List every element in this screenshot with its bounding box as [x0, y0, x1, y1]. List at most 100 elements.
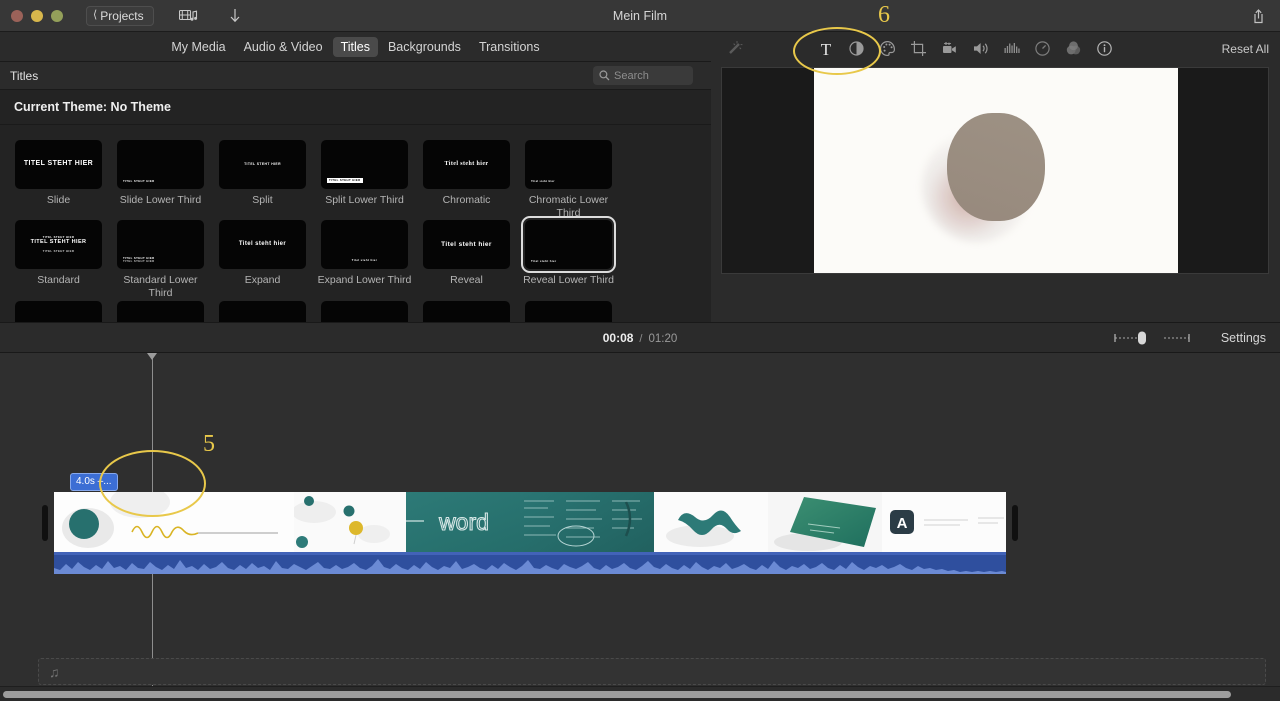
title-item-row3-b[interactable] — [110, 301, 211, 323]
title-text-icon[interactable]: T — [810, 36, 841, 62]
tab-titles[interactable]: Titles — [333, 37, 378, 57]
title-item-reveal[interactable]: Titel steht hier Reveal — [416, 220, 517, 300]
title-item-row3-d[interactable] — [314, 301, 415, 323]
primary-storyline-clip[interactable]: word — [54, 492, 1006, 584]
reset-all-button[interactable]: Reset All — [1222, 42, 1269, 56]
title-preview-subtext2: TITEL STEHT HIER — [31, 250, 87, 253]
title-item-row3-c[interactable] — [212, 301, 313, 323]
speed-gauge-icon[interactable] — [1027, 36, 1058, 62]
zoom-window-button[interactable] — [51, 10, 63, 22]
title-item-row3-f[interactable] — [518, 301, 619, 323]
video-viewer[interactable] — [721, 67, 1269, 274]
minimize-window-button[interactable] — [31, 10, 43, 22]
title-item-expand-lower-third[interactable]: Titel steht hier Expand Lower Third — [314, 220, 415, 300]
settings-button[interactable]: Settings — [1221, 331, 1266, 345]
tab-audio-video[interactable]: Audio & Video — [236, 37, 331, 57]
color-palette-icon[interactable] — [872, 36, 903, 62]
magic-wand-icon[interactable] — [719, 36, 750, 62]
title-item-slide[interactable]: TITEL STEHT HIER Slide — [8, 140, 109, 220]
title-preview-text: TITEL STEHT HIER — [327, 178, 363, 183]
search-placeholder: Search — [614, 70, 649, 82]
color-balance-icon[interactable] — [1058, 36, 1089, 62]
title-thumbnail: Titel steht hier — [423, 220, 510, 269]
title-bar: ⟨ Projects Mein Film — [0, 0, 1280, 32]
equalizer-noise-icon[interactable] — [996, 36, 1027, 62]
title-item-slide-lower-third[interactable]: TITEL STEHT HIER Slide Lower Third — [110, 140, 211, 220]
timeline[interactable]: word — [0, 353, 1280, 686]
title-thumbnail: Titel steht hier — [321, 220, 408, 269]
title-preview-text: TITEL STEHT HIER — [123, 180, 155, 183]
share-icon[interactable] — [1251, 8, 1266, 25]
film-audio-icon[interactable] — [179, 8, 199, 24]
title-item-label: Slide — [11, 194, 106, 207]
search-input[interactable]: Search — [593, 66, 693, 85]
title-preview-text: Titel steht hier — [239, 241, 286, 248]
chevron-left-icon: ⟨ — [93, 10, 97, 21]
stabilization-camera-icon[interactable] — [934, 36, 965, 62]
title-item-label: Standard — [11, 274, 106, 287]
timecode-display: 00:08 / 01:20 — [0, 331, 1280, 345]
media-browser-pane: My Media Audio & Video Titles Background… — [0, 32, 711, 322]
title-item-standard-lower-third[interactable]: TITEL STEHT HIER TITEL STEHT HIER Standa… — [110, 220, 211, 300]
title-thumbnail — [219, 301, 306, 323]
title-preview-text: TITEL STEHT HIER — [31, 239, 87, 245]
title-item-expand[interactable]: Titel steht hier Expand — [212, 220, 313, 300]
title-item-chromatic-lower-third[interactable]: Titel steht hier Chromatic Lower Third — [518, 140, 619, 220]
title-item-label: Slide Lower Third — [113, 194, 208, 207]
clip-trim-handle-left[interactable] — [42, 505, 48, 541]
title-preview-text: Titel steht hier — [531, 260, 556, 263]
title-item-label: Chromatic Lower Third — [521, 194, 616, 220]
clip-trim-handle-right[interactable] — [1012, 505, 1018, 541]
browser-header: Titles Search — [0, 62, 711, 90]
projects-button-label: Projects — [100, 9, 143, 23]
title-item-label: Split — [215, 194, 310, 207]
search-icon — [599, 70, 610, 81]
timeline-zoom-slider[interactable] — [1114, 331, 1190, 345]
tab-my-media[interactable]: My Media — [163, 37, 233, 57]
projects-back-button[interactable]: ⟨ Projects — [86, 6, 154, 26]
tab-backgrounds[interactable]: Backgrounds — [380, 37, 469, 57]
title-thumbnail: Titel steht hier — [525, 220, 612, 269]
title-thumbnail: TITEL STEHT HIER TITEL STEHT HIER TITEL … — [15, 220, 102, 269]
audio-waveform-strip[interactable] — [54, 552, 1006, 574]
current-theme-row[interactable]: Current Theme: No Theme — [0, 90, 711, 125]
titles-grid-scroll[interactable]: TITEL STEHT HIER Slide TITEL STEHT HIER … — [0, 125, 711, 322]
timeline-horizontal-scrollbar[interactable] — [0, 686, 1280, 701]
selected-clip-duration-badge[interactable]: 4.0s –... — [70, 473, 118, 491]
title-item-split-lower-third[interactable]: TITEL STEHT HIER Split Lower Third — [314, 140, 415, 220]
viewer-frame — [814, 68, 1178, 273]
title-preview-text: Titel steht hier — [531, 180, 555, 183]
tab-transitions[interactable]: Transitions — [471, 37, 548, 57]
current-theme-label: Current Theme: No Theme — [14, 100, 171, 114]
title-item-reveal-lower-third[interactable]: Titel steht hier Reveal Lower Third — [518, 220, 619, 300]
title-item-chromatic[interactable]: Titel steht hier Chromatic — [416, 140, 517, 220]
title-thumbnail: TITEL STEHT HIER — [321, 140, 408, 189]
info-icon[interactable] — [1089, 36, 1120, 62]
title-item-standard[interactable]: TITEL STEHT HIER TITEL STEHT HIER TITEL … — [8, 220, 109, 300]
crop-icon[interactable] — [903, 36, 934, 62]
filmstrip-frame-2 — [294, 492, 406, 552]
browser-header-title: Titles — [10, 69, 38, 83]
title-thumbnail: Titel steht hier — [423, 140, 510, 189]
filmstrip-frame-5 — [654, 492, 768, 552]
svg-text:T: T — [820, 40, 831, 58]
download-arrow-icon[interactable] — [228, 7, 242, 24]
title-preview-text: Titel steht hier — [441, 241, 492, 248]
audio-selection-line — [54, 552, 1006, 555]
title-item-split[interactable]: TITEL STEHT HIER Split — [212, 140, 313, 220]
filter-contrast-icon[interactable] — [841, 36, 872, 62]
title-item-label: Standard Lower Third — [113, 274, 208, 300]
title-thumbnail — [423, 301, 510, 323]
total-timecode: 01:20 — [648, 333, 677, 345]
close-window-button[interactable] — [11, 10, 23, 22]
title-thumbnail: Titel steht hier — [219, 220, 306, 269]
music-track-placeholder[interactable]: ♫ — [38, 658, 1266, 685]
audio-waveform — [54, 556, 1006, 574]
title-item-row3-e[interactable] — [416, 301, 517, 323]
title-item-row3-a[interactable] — [8, 301, 109, 323]
timecode-separator: / — [639, 333, 642, 345]
scrollbar-thumb[interactable] — [3, 691, 1231, 698]
title-thumbnail — [15, 301, 102, 323]
volume-icon[interactable] — [965, 36, 996, 62]
title-thumbnail — [321, 301, 408, 323]
